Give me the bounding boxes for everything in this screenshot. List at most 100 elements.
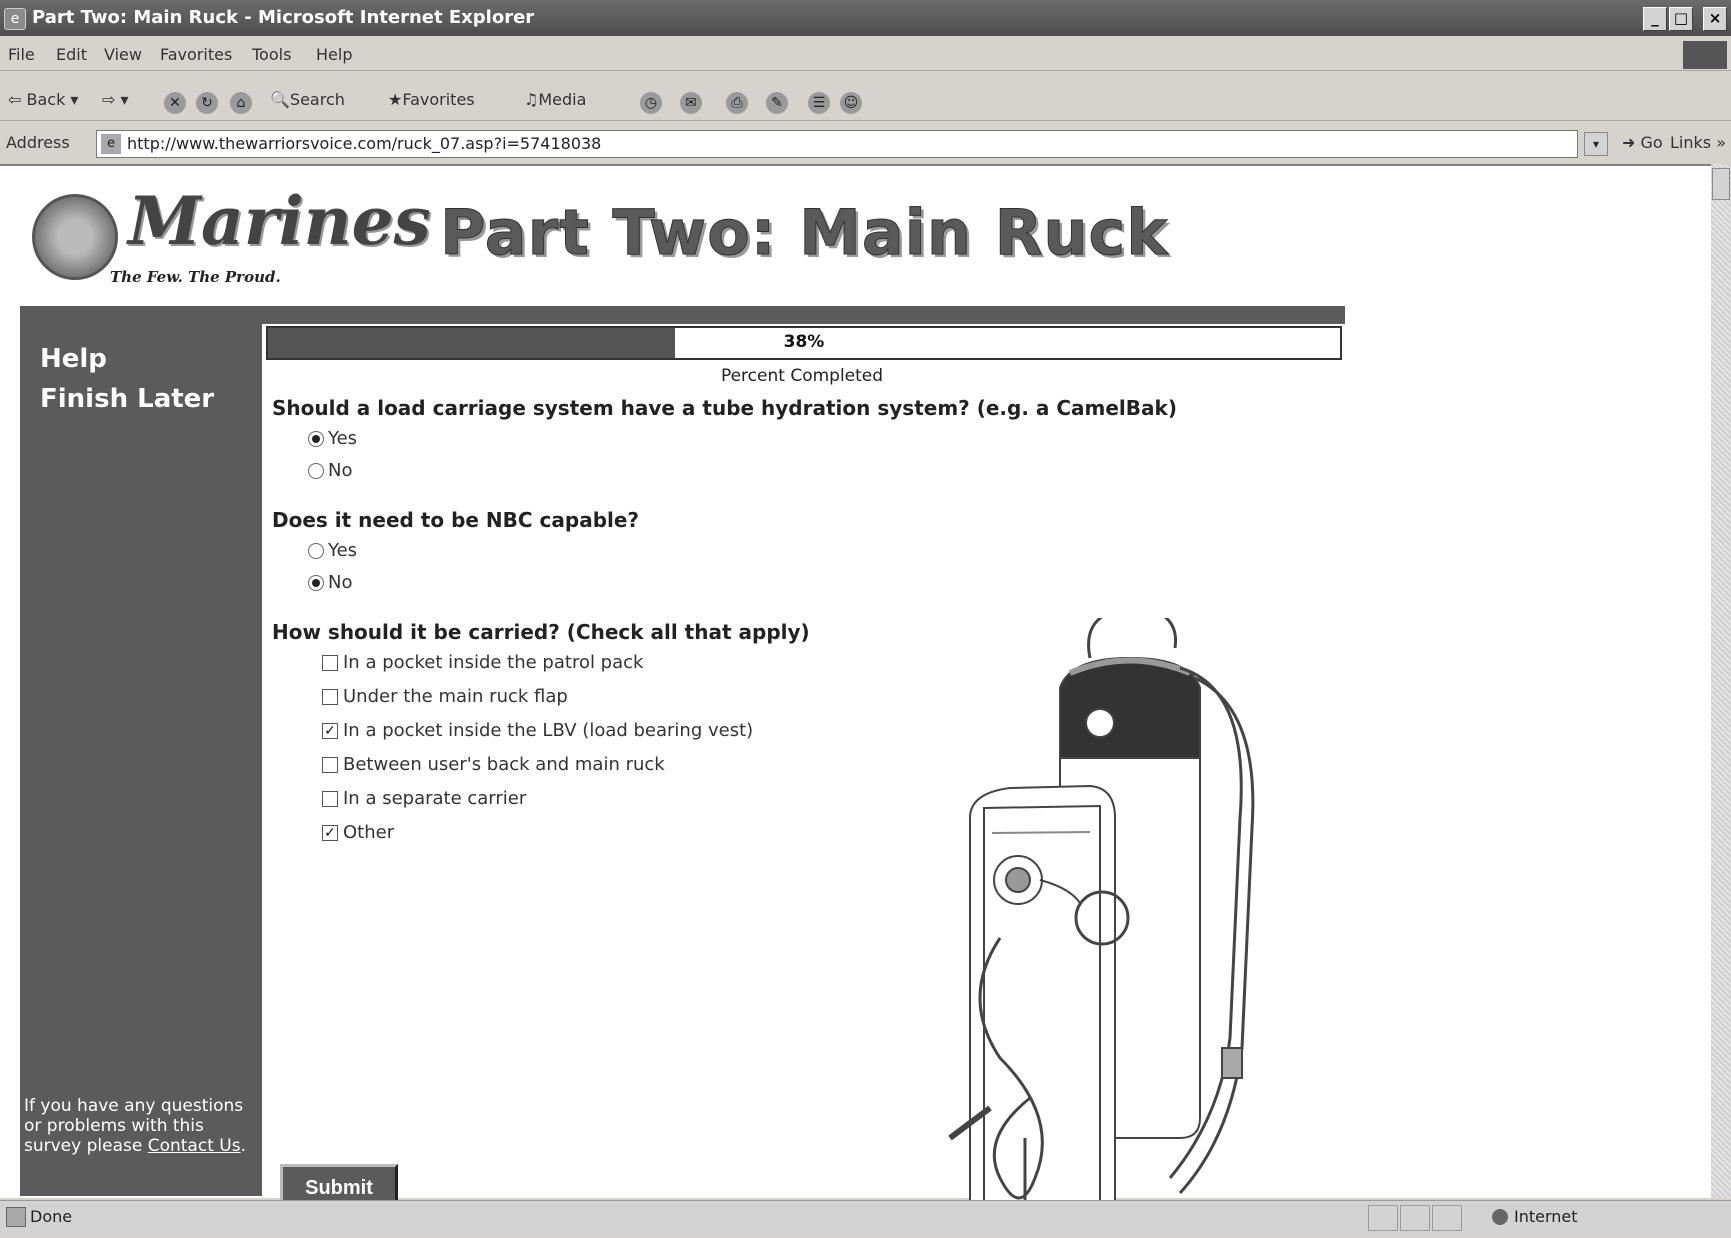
page-title: Part Two: Main Ruck [440,196,1169,270]
home-icon[interactable]: ⌂ [230,92,252,114]
media-button[interactable]: ♫Media [524,90,586,109]
mail-icon[interactable]: ✉ [680,92,702,114]
option-label: Yes [328,428,358,449]
checkbox[interactable] [322,654,338,671]
carry-patrol-pack-option[interactable]: In a pocket inside the patrol pack [322,652,643,673]
menu-view[interactable]: View [104,45,142,64]
back-label: Back [26,90,66,109]
eagle-globe-anchor-emblem [32,194,118,280]
radio-button[interactable] [308,462,324,479]
vertical-scrollbar[interactable] [1711,164,1731,1198]
favorites-label: Favorites [402,90,475,109]
page-header: Marines The Few. The Proud. Part Two: Ma… [0,166,1345,306]
favorites-button[interactable]: ★Favorites [388,90,475,109]
ie-icon: e [4,8,26,30]
nbc-no-option[interactable]: No [308,572,352,593]
forward-button[interactable]: ⇨ ▾ [102,90,129,109]
checkbox[interactable]: ✓ [322,722,338,739]
brand-tagline: The Few. The Proud. [110,268,281,286]
sidebar-help-text: If you have any questions or problems wi… [24,1096,260,1156]
sidebar-help-link[interactable]: Help [40,344,107,374]
brand-name: Marines [128,182,431,260]
edit-icon[interactable]: ✎ [766,92,788,114]
option-label: No [328,572,353,593]
progress-bar: 38% [266,326,1342,360]
status-pane [1368,1205,1398,1231]
checkbox[interactable]: ✓ [322,824,338,841]
carry-separate-carrier-option[interactable]: In a separate carrier [322,788,526,809]
messenger-icon[interactable]: ☺ [840,92,862,114]
option-label: In a separate carrier [343,788,527,809]
option-label: In a pocket inside the patrol pack [343,652,644,673]
scrollbar-thumb[interactable] [1712,168,1730,200]
menu-bar: File Edit View Favorites Tools Help [0,40,1731,71]
option-label: In a pocket inside the LBV (load bearing… [343,720,754,741]
page-viewport: Marines The Few. The Proud. Part Two: Ma… [0,164,1711,1224]
page-icon: e [101,134,121,154]
sidebar: Help Finish Later If you have any questi… [20,324,262,1196]
sidebar-finish-later-link[interactable]: Finish Later [40,384,214,414]
windows-logo-icon [1683,41,1727,69]
minimize-button[interactable]: _ [1643,7,1667,31]
page-done-icon [6,1207,26,1227]
carry-between-back-option[interactable]: Between user's back and main ruck [322,754,665,775]
checkbox[interactable] [322,688,338,705]
option-label: Yes [328,540,358,561]
option-label: No [328,460,353,481]
checkbox[interactable] [322,756,338,773]
address-dropdown-icon[interactable]: ▾ [1584,132,1608,156]
title-bar: e Part Two: Main Ruck - Microsoft Intern… [0,0,1731,36]
radio-button[interactable] [308,542,324,559]
address-input[interactable]: e http://www.thewarriorsvoice.com/ruck_0… [96,130,1578,158]
security-zone-label: Internet [1514,1207,1578,1226]
search-label: Search [289,90,345,109]
history-icon[interactable]: ◷ [640,92,662,114]
nbc-yes-option[interactable]: Yes [308,540,357,561]
hydration-no-option[interactable]: No [308,460,352,481]
back-button[interactable]: ⇦ Back ▾ [8,90,78,109]
toolbar: ⇦ Back ▾ ⇨ ▾ ✕ ↻ ⌂ 🔍Search ★Favorites ♫M… [0,86,1731,121]
status-bar: Done Internet [0,1200,1731,1234]
menu-favorites[interactable]: Favorites [160,45,232,64]
status-text: Done [30,1207,73,1226]
address-bar: Address e http://www.thewarriorsvoice.co… [0,128,1731,160]
option-label: Other [343,822,395,843]
status-pane [1432,1205,1462,1231]
radio-button[interactable] [308,574,324,591]
hydration-pack-illustration [948,618,1255,1224]
menu-edit[interactable]: Edit [56,45,87,64]
question-hydration: Should a load carriage system have a tub… [272,396,1177,420]
internet-zone-icon [1492,1209,1508,1225]
refresh-icon[interactable]: ↻ [196,92,218,114]
carry-other-option[interactable]: ✓ Other [322,822,394,843]
address-label: Address [6,133,70,152]
progress-caption: Percent Completed [720,366,884,386]
close-button[interactable]: × [1703,7,1727,31]
checkbox[interactable] [322,790,338,807]
go-button[interactable]: ➜ Go [1622,133,1663,152]
help-suffix: . [240,1136,246,1156]
header-divider [20,306,1345,324]
menu-tools[interactable]: Tools [252,45,291,64]
carry-lbv-option[interactable]: ✓ In a pocket inside the LBV (load beari… [322,720,753,741]
carry-ruck-flap-option[interactable]: Under the main ruck flap [322,686,568,707]
stop-icon[interactable]: ✕ [164,92,186,114]
option-label: Between user's back and main ruck [343,754,665,775]
option-label: Under the main ruck flap [343,686,568,707]
menu-file[interactable]: File [8,45,35,64]
question-carry: How should it be carried? (Check all tha… [272,620,810,644]
maximize-button[interactable]: □ [1669,7,1693,31]
menu-help[interactable]: Help [316,45,352,64]
links-button[interactable]: Links » [1670,133,1726,152]
search-button[interactable]: 🔍Search [270,90,345,109]
print-icon[interactable]: ⎙ [726,92,748,114]
radio-button[interactable] [308,430,324,447]
media-label: Media [538,90,587,109]
progress-percent: 38% [783,332,825,352]
status-pane [1400,1205,1430,1231]
address-url[interactable]: http://www.thewarriorsvoice.com/ruck_07.… [127,134,601,153]
window-title: Part Two: Main Ruck - Microsoft Internet… [32,7,535,28]
discuss-icon[interactable]: ☰ [808,92,830,114]
contact-us-link[interactable]: Contact Us [148,1136,241,1156]
hydration-yes-option[interactable]: Yes [308,428,357,449]
